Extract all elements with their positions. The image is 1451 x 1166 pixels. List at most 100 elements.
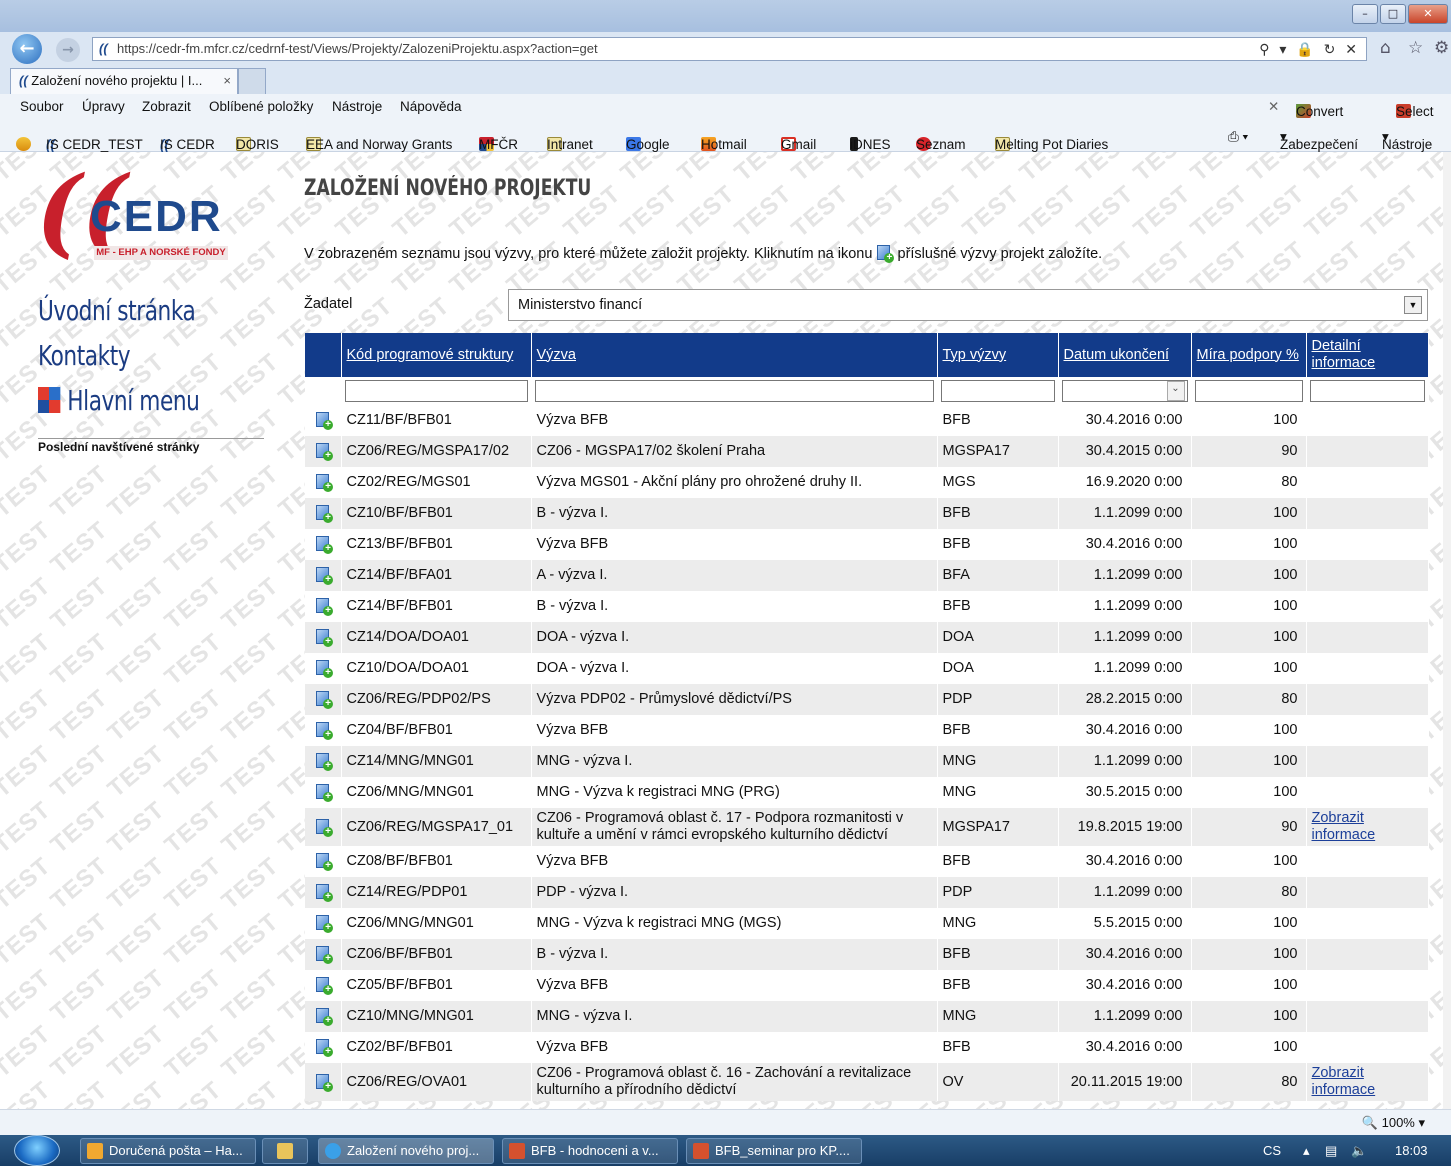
menu-file[interactable]: Soubor: [20, 99, 64, 114]
watermark-word: TEST: [45, 684, 114, 747]
filter-rate-input[interactable]: [1194, 380, 1303, 402]
filter-call-input[interactable]: [534, 380, 934, 402]
create-project-icon[interactable]: [315, 442, 333, 461]
volume-icon[interactable]: 🔈: [1351, 1143, 1367, 1159]
watermark-word: TEST: [0, 1076, 57, 1109]
taskbar-item-ppt-2[interactable]: BFB_seminar pro KP....: [686, 1138, 862, 1164]
security-menu[interactable]: Zabezpečení ▾: [1280, 129, 1358, 152]
start-button[interactable]: [14, 1135, 60, 1166]
filter-date-select[interactable]: [1061, 380, 1188, 402]
create-project-icon[interactable]: [315, 914, 333, 933]
tab-close-icon[interactable]: ×: [223, 69, 231, 93]
nav-main-menu-link[interactable]: Hlavní menu: [38, 384, 200, 417]
nav-home-link[interactable]: Úvodní stránka: [38, 294, 196, 327]
close-toolbar-icon[interactable]: ✕: [1268, 99, 1279, 115]
create-project-icon[interactable]: [315, 535, 333, 554]
taskbar-item-outlook[interactable]: Doručená pošta – Ha...: [80, 1138, 256, 1164]
back-icon[interactable]: ←: [12, 34, 42, 64]
menu-tools[interactable]: Nástroje: [332, 99, 382, 114]
chevron-down-icon[interactable]: ▼: [1404, 296, 1422, 314]
minimize-button[interactable]: –: [1352, 4, 1378, 24]
applicant-select[interactable]: Ministerstvo financí ▼: [508, 289, 1428, 321]
create-project-icon[interactable]: [315, 883, 333, 902]
show-info-link[interactable]: Zobrazit informace: [1312, 810, 1376, 843]
clock[interactable]: 18:03: [1395, 1143, 1428, 1158]
new-tab-button[interactable]: [238, 68, 266, 94]
create-project-icon[interactable]: [315, 1038, 333, 1057]
close-window-button[interactable]: ✕: [1408, 4, 1448, 24]
create-project-icon[interactable]: [315, 1007, 333, 1026]
header-type[interactable]: Typ výzvy: [937, 333, 1059, 377]
sort-rate-link[interactable]: Míra podpory %: [1197, 347, 1299, 363]
filter-info-input[interactable]: [1309, 380, 1425, 402]
sort-call-link[interactable]: Výzva: [537, 347, 577, 363]
call-cell: MNG - výzva I.: [531, 1001, 938, 1032]
taskbar-item-explorer[interactable]: [262, 1138, 308, 1164]
zoom-control[interactable]: 🔍 100% ▾: [1362, 1115, 1425, 1131]
convert-button[interactable]: Convert ▾: [1296, 99, 1343, 119]
create-project-icon[interactable]: [315, 752, 333, 771]
create-project-icon[interactable]: [315, 976, 333, 995]
menu-help[interactable]: Nápověda: [400, 99, 462, 114]
show-info-link[interactable]: Zobrazit informace: [1312, 1065, 1376, 1098]
watermark-word: TEST: [672, 152, 741, 187]
create-project-icon[interactable]: [315, 852, 333, 871]
header-code[interactable]: Kód programové struktury: [341, 333, 532, 377]
language-indicator[interactable]: CS: [1263, 1143, 1281, 1158]
maximize-button[interactable]: □: [1380, 4, 1406, 24]
date-cell: 1.1.2099 0:00: [1058, 498, 1192, 529]
create-project-icon[interactable]: [315, 690, 333, 709]
watermark-word: TEST: [102, 796, 171, 859]
create-project-icon[interactable]: [315, 1073, 333, 1092]
network-icon[interactable]: ▤: [1325, 1143, 1337, 1159]
create-project-icon[interactable]: [315, 411, 333, 430]
print-icon[interactable]: ⎙ ▾: [1228, 129, 1248, 145]
table-row: CZ06/REG/OVA01CZ06 - Programová oblast č…: [305, 1063, 1429, 1101]
watermark-word: TEST: [1185, 180, 1254, 243]
create-project-icon[interactable]: [315, 566, 333, 585]
browser-tab-active[interactable]: (( Založení nového projektu | I... ×: [10, 68, 238, 94]
header-info[interactable]: Detailní informace: [1306, 333, 1429, 377]
filter-type-input[interactable]: [940, 380, 1055, 402]
tray-expand-icon[interactable]: ▴: [1303, 1143, 1310, 1159]
header-rate[interactable]: Míra podpory %: [1191, 333, 1307, 377]
create-project-icon[interactable]: [315, 818, 333, 837]
address-bar[interactable]: (( https://cedr-fm.mfcr.cz/cedrnf-test/V…: [92, 37, 1367, 61]
header-call[interactable]: Výzva: [531, 333, 938, 377]
menu-view[interactable]: Zobrazit: [142, 99, 191, 114]
ie-icon: [325, 1143, 341, 1159]
sort-info-link[interactable]: Detailní informace: [1312, 338, 1376, 371]
ie-page-icon: ((: [99, 41, 108, 56]
taskbar-item-ppt-1[interactable]: BFB - hodnoceni a v...: [502, 1138, 678, 1164]
create-project-icon[interactable]: [315, 473, 333, 492]
settings-gear-icon[interactable]: ⚙: [1434, 38, 1449, 58]
home-icon[interactable]: ⌂: [1380, 38, 1391, 58]
create-project-icon[interactable]: [315, 783, 333, 802]
table-row: CZ06/MNG/MNG01MNG - Výzva k registraci M…: [305, 777, 1429, 808]
type-cell: PDP: [937, 684, 1059, 715]
nav-contacts-link[interactable]: Kontakty: [38, 339, 131, 372]
sort-type-link[interactable]: Typ výzvy: [943, 347, 1007, 363]
menu-favorites[interactable]: Oblíbené položky: [209, 99, 313, 114]
address-tools-icon[interactable]: ⚲ ▾ 🔒 ↻ ✕: [1259, 38, 1360, 60]
cedr-logo[interactable]: (( CEDR MF - EHP A NORSKÉ FONDY: [36, 164, 236, 264]
taskbar-item-ie[interactable]: Založení nového proj...: [318, 1138, 494, 1164]
tools-menu[interactable]: Nástroje ▾: [1382, 129, 1432, 152]
create-project-icon[interactable]: [315, 659, 333, 678]
favorites-star-icon[interactable]: ☆: [1408, 38, 1423, 58]
forward-icon[interactable]: →: [56, 38, 80, 62]
create-project-icon[interactable]: [315, 597, 333, 616]
menu-edit[interactable]: Úpravy: [82, 99, 125, 114]
header-date[interactable]: Datum ukončení: [1058, 333, 1192, 377]
code-cell: CZ02/REG/MGS01: [341, 467, 532, 498]
create-project-icon[interactable]: [315, 504, 333, 523]
vertical-scrollbar[interactable]: [1443, 152, 1451, 1109]
code-cell: CZ10/MNG/MNG01: [341, 1001, 532, 1032]
create-project-icon[interactable]: [315, 721, 333, 740]
sort-date-link[interactable]: Datum ukončení: [1064, 347, 1170, 363]
filter-code-input[interactable]: [344, 380, 528, 402]
powerpoint-icon: [509, 1143, 525, 1159]
create-project-icon[interactable]: [315, 628, 333, 647]
create-project-icon[interactable]: [315, 945, 333, 964]
sort-code-link[interactable]: Kód programové struktury: [347, 347, 514, 363]
